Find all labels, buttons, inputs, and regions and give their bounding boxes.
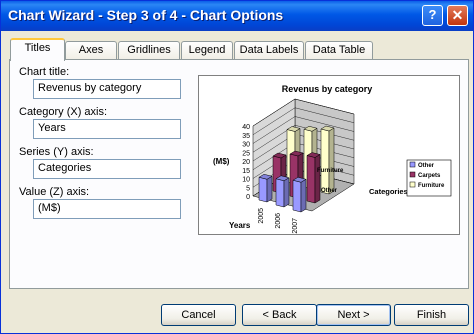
bar-side xyxy=(314,154,321,204)
chart-preview-svg: Revenus by category (M$) Years Categorie… xyxy=(213,84,452,234)
legend-swatch xyxy=(409,161,416,168)
bar-front xyxy=(258,176,268,203)
x-tick-label: 2007 xyxy=(292,218,299,234)
series-axis-label: Series (Y) axis: xyxy=(19,146,94,158)
tab-data-table[interactable]: Data Table xyxy=(305,41,373,59)
z-tick-label: 15 xyxy=(242,168,250,175)
series-axis-input[interactable]: Categories xyxy=(33,159,181,179)
category-axis-input[interactable]: Years xyxy=(33,119,181,139)
chart-title-label: Chart title: xyxy=(19,66,70,78)
bar-side xyxy=(266,175,273,203)
title-bar[interactable]: Chart Wizard - Step 3 of 4 - Chart Optio… xyxy=(1,1,473,31)
help-icon[interactable]: ? xyxy=(422,5,443,26)
legend-label: Furniture xyxy=(418,183,445,189)
tab-legend[interactable]: Legend xyxy=(181,41,233,59)
legend-swatch xyxy=(409,181,416,188)
value-axis-label: Value (Z) axis: xyxy=(19,186,90,198)
y-axis-title: Categories xyxy=(369,187,408,196)
tab-axes[interactable]: Axes xyxy=(65,41,117,59)
x-tick-label: 2005 xyxy=(258,208,265,224)
finish-button[interactable]: Finish xyxy=(394,304,469,326)
next-button[interactable]: Next > xyxy=(316,304,391,326)
z-axis-title: (M$) xyxy=(213,157,230,166)
x-axis-title: Years xyxy=(229,221,251,230)
tab-data-labels[interactable]: Data Labels xyxy=(234,41,304,59)
chart-preview: Revenus by category (M$) Years Categorie… xyxy=(198,75,460,235)
z-tick-label: 30 xyxy=(242,142,250,149)
bar-front xyxy=(306,155,316,204)
bar-side xyxy=(300,178,307,213)
x-tick-label: 2006 xyxy=(275,213,282,229)
tab-titles[interactable]: Titles xyxy=(10,38,65,61)
legend-label: Other xyxy=(418,163,435,169)
close-icon[interactable]: ✕ xyxy=(447,5,468,26)
z-tick-label: 35 xyxy=(242,133,250,140)
z-tick-label: 20 xyxy=(242,159,250,166)
z-tick-label: 25 xyxy=(242,150,250,157)
chart-title: Revenus by category xyxy=(282,84,373,94)
z-tick-label: 10 xyxy=(242,177,250,184)
value-axis-input[interactable]: (M$) xyxy=(33,199,181,219)
window-title: Chart Wizard - Step 3 of 4 - Chart Optio… xyxy=(8,7,284,23)
depth-tick-label: Other xyxy=(321,188,338,194)
z-tick-label: 5 xyxy=(246,185,250,192)
category-axis-label: Category (X) axis: xyxy=(19,106,108,118)
back-button[interactable]: < Back xyxy=(242,304,317,326)
legend-label: Carpets xyxy=(418,173,441,179)
legend-swatch xyxy=(409,171,416,178)
bar-side xyxy=(328,127,335,195)
bar-front xyxy=(320,128,330,195)
bar-side xyxy=(283,177,290,208)
tab-gridlines[interactable]: Gridlines xyxy=(118,41,180,59)
depth-tick-label: Furniture xyxy=(317,168,344,174)
chart-wizard-dialog: Chart Wizard - Step 3 of 4 - Chart Optio… xyxy=(0,0,474,334)
bar-front xyxy=(292,179,302,213)
cancel-button[interactable]: Cancel xyxy=(161,304,236,326)
bar-front xyxy=(275,178,285,208)
z-tick-label: 40 xyxy=(242,124,250,131)
chart-title-input[interactable]: Revenus by category xyxy=(33,79,181,99)
z-tick-label: 0 xyxy=(246,194,250,201)
